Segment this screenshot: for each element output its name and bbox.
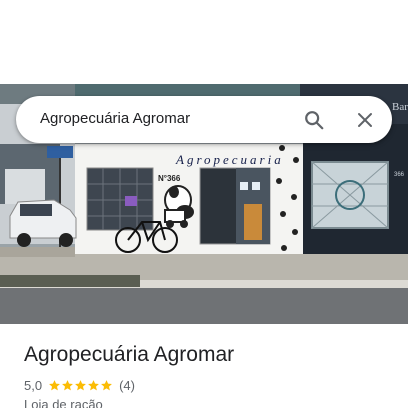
search-input[interactable]: Agropecuária Agromar bbox=[40, 110, 190, 127]
storefront-sign: Agropecuaria bbox=[175, 152, 284, 167]
rating-row[interactable]: 5,0 (4) bbox=[24, 376, 135, 394]
road bbox=[0, 288, 408, 324]
star-icon bbox=[49, 379, 60, 390]
star-icon bbox=[88, 379, 99, 390]
place-title: Agropecuária Agromar bbox=[24, 343, 235, 366]
search-bar[interactable]: Agropecuária Agromar bbox=[16, 96, 392, 143]
search-icon[interactable] bbox=[300, 106, 328, 134]
rating-stars bbox=[48, 379, 113, 392]
close-icon[interactable] bbox=[351, 106, 379, 134]
neighbor-sign: Bar bbox=[392, 101, 408, 113]
place-category: Loja de ração bbox=[24, 397, 103, 408]
storefront-number: N°366 bbox=[158, 174, 181, 183]
review-count[interactable]: (4) bbox=[119, 378, 135, 393]
street-sign bbox=[47, 146, 73, 158]
star-icon bbox=[75, 379, 86, 390]
rating-value: 5,0 bbox=[24, 377, 43, 393]
star-icon bbox=[62, 379, 73, 390]
star-icon bbox=[101, 379, 112, 390]
neighbor-number: 366 bbox=[394, 172, 405, 178]
